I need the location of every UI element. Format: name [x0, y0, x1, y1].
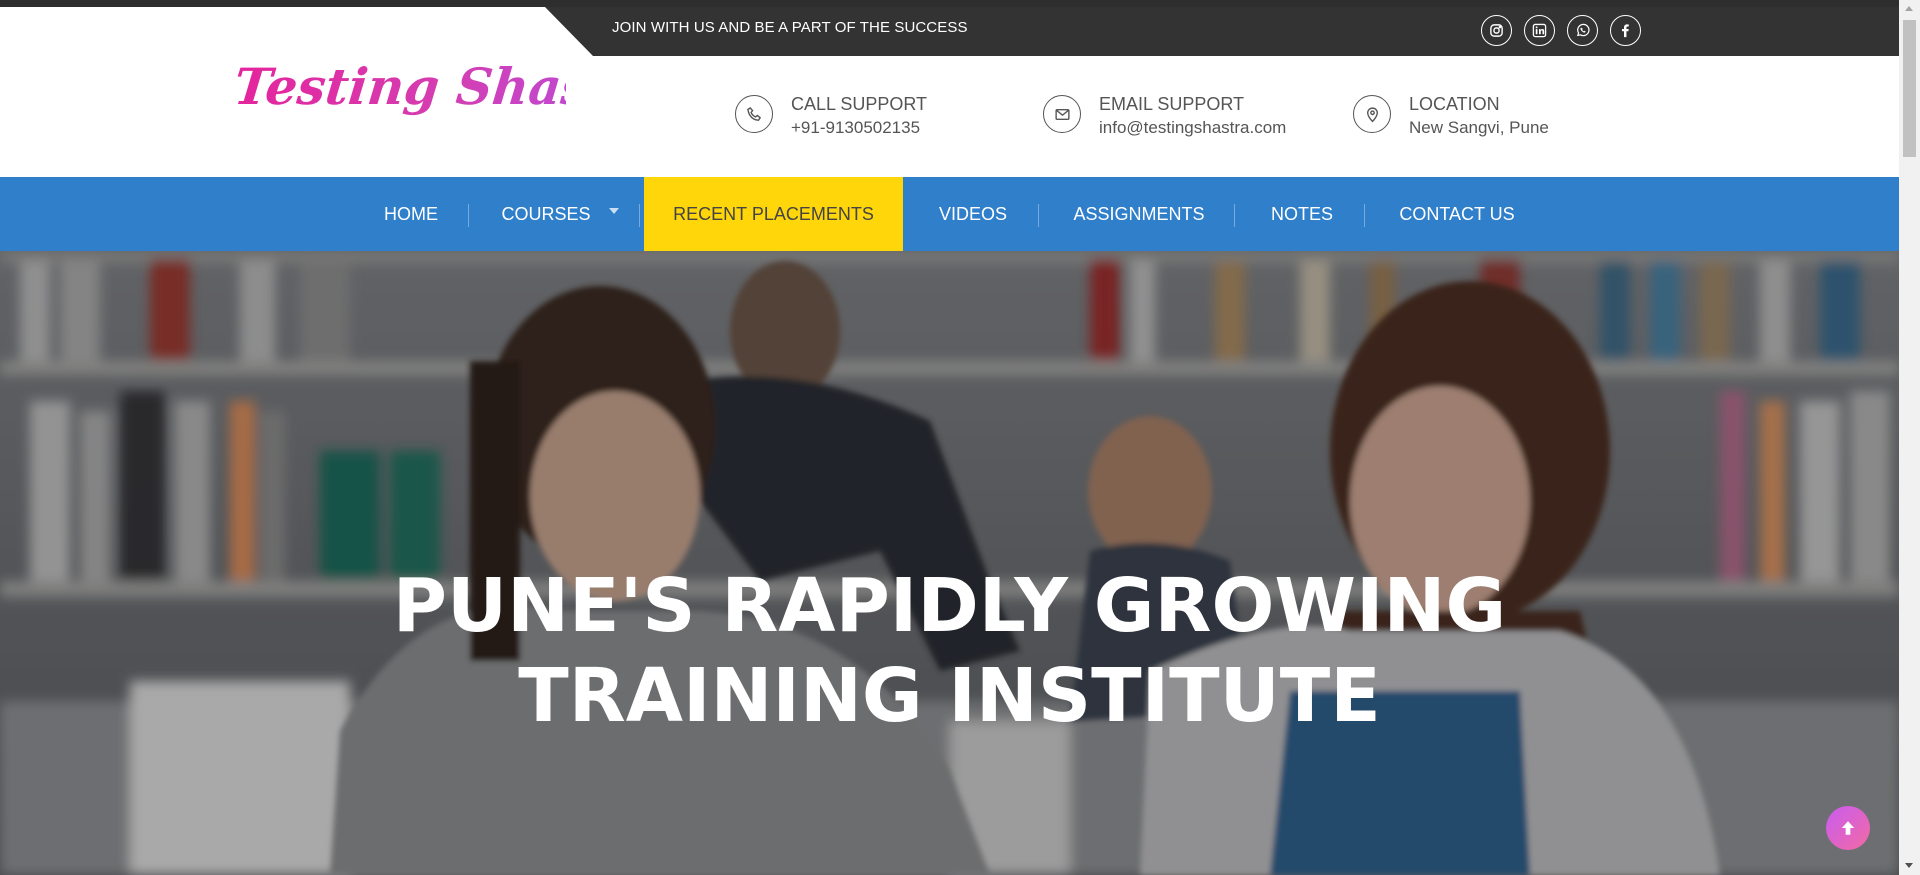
- nav-recent-placements[interactable]: RECENT PLACEMENTS: [644, 177, 903, 251]
- email-support-address[interactable]: info@testingshastra.com: [1099, 117, 1286, 139]
- nav-notes-label: NOTES: [1270, 203, 1333, 224]
- nav-divider: [1364, 204, 1365, 227]
- scroll-to-top-button[interactable]: [1826, 806, 1870, 850]
- nav-assignments-label: ASSIGNMENTS: [1073, 203, 1205, 224]
- facebook-icon: [1622, 24, 1629, 38]
- nav-divider: [639, 204, 640, 227]
- instagram-link[interactable]: [1481, 15, 1512, 46]
- call-support: CALL SUPPORT +91-9130502135: [735, 93, 927, 139]
- topbar-tagline: JOIN WITH US AND BE A PART OF THE SUCCES…: [612, 19, 968, 36]
- nav-contact-us[interactable]: CONTACT US: [1390, 177, 1524, 251]
- main-nav: HOME COURSES RECENT PLACEMENTS VIDEOS AS…: [0, 177, 1899, 251]
- scroll-up-arrow-icon[interactable]: [1905, 6, 1913, 11]
- map-pin-icon: [1353, 95, 1391, 133]
- nav-divider: [468, 204, 469, 227]
- nav-notes[interactable]: NOTES: [1260, 177, 1344, 251]
- email-support-title: EMAIL SUPPORT: [1099, 94, 1245, 114]
- linkedin-link[interactable]: [1524, 15, 1555, 46]
- nav-courses[interactable]: COURSES: [490, 177, 630, 251]
- phone-icon: [735, 95, 773, 133]
- nav-videos[interactable]: VIDEOS: [925, 177, 1021, 251]
- location-address: New Sangvi, Pune: [1409, 118, 1549, 137]
- nav-divider: [1234, 204, 1235, 227]
- hero-title-line1: PUNE'S RAPIDLY GROWING: [392, 563, 1507, 649]
- page: JOIN WITH US AND BE A PART OF THE SUCCES…: [0, 0, 1899, 875]
- envelope-icon: [1043, 95, 1081, 133]
- nav-divider: [1038, 204, 1039, 227]
- nav-contact-us-label: CONTACT US: [1399, 203, 1515, 224]
- arrow-up-icon: [1841, 821, 1855, 835]
- chevron-down-icon: [608, 208, 619, 214]
- testing-shastra-logo[interactable]: Testing Shastra: [236, 52, 566, 142]
- hero-title-line2: TRAINING INSTITUTE: [518, 653, 1381, 739]
- nav-home-label: HOME: [384, 203, 438, 224]
- call-support-number[interactable]: +91-9130502135: [791, 117, 927, 139]
- nav-courses-label: COURSES: [501, 203, 591, 224]
- nav-assignments[interactable]: ASSIGNMENTS: [1065, 177, 1213, 251]
- whatsapp-icon: [1576, 23, 1590, 37]
- linkedin-icon: [1532, 23, 1547, 38]
- nav-home[interactable]: HOME: [368, 177, 454, 251]
- hero-title: PUNE'S RAPIDLY GROWING TRAINING INSTITUT…: [0, 561, 1899, 741]
- whatsapp-link[interactable]: [1567, 15, 1598, 46]
- instagram-icon: [1490, 24, 1503, 37]
- scroll-down-arrow-icon[interactable]: [1905, 863, 1913, 868]
- top-strip: [0, 0, 1899, 7]
- logo-text: Testing Shastra: [236, 57, 566, 116]
- email-support: EMAIL SUPPORT info@testingshastra.com: [1043, 93, 1286, 139]
- location-title: LOCATION: [1409, 94, 1500, 114]
- call-support-title: CALL SUPPORT: [791, 94, 928, 114]
- hero-banner: PUNE'S RAPIDLY GROWING TRAINING INSTITUT…: [0, 251, 1899, 875]
- facebook-link[interactable]: [1610, 15, 1641, 46]
- scrollbar-thumb[interactable]: [1903, 20, 1916, 157]
- nav-recent-placements-label: RECENT PLACEMENTS: [673, 203, 874, 224]
- location: LOCATION New Sangvi, Pune: [1353, 93, 1549, 139]
- nav-videos-label: VIDEOS: [938, 203, 1008, 224]
- vertical-scrollbar[interactable]: [1899, 0, 1920, 875]
